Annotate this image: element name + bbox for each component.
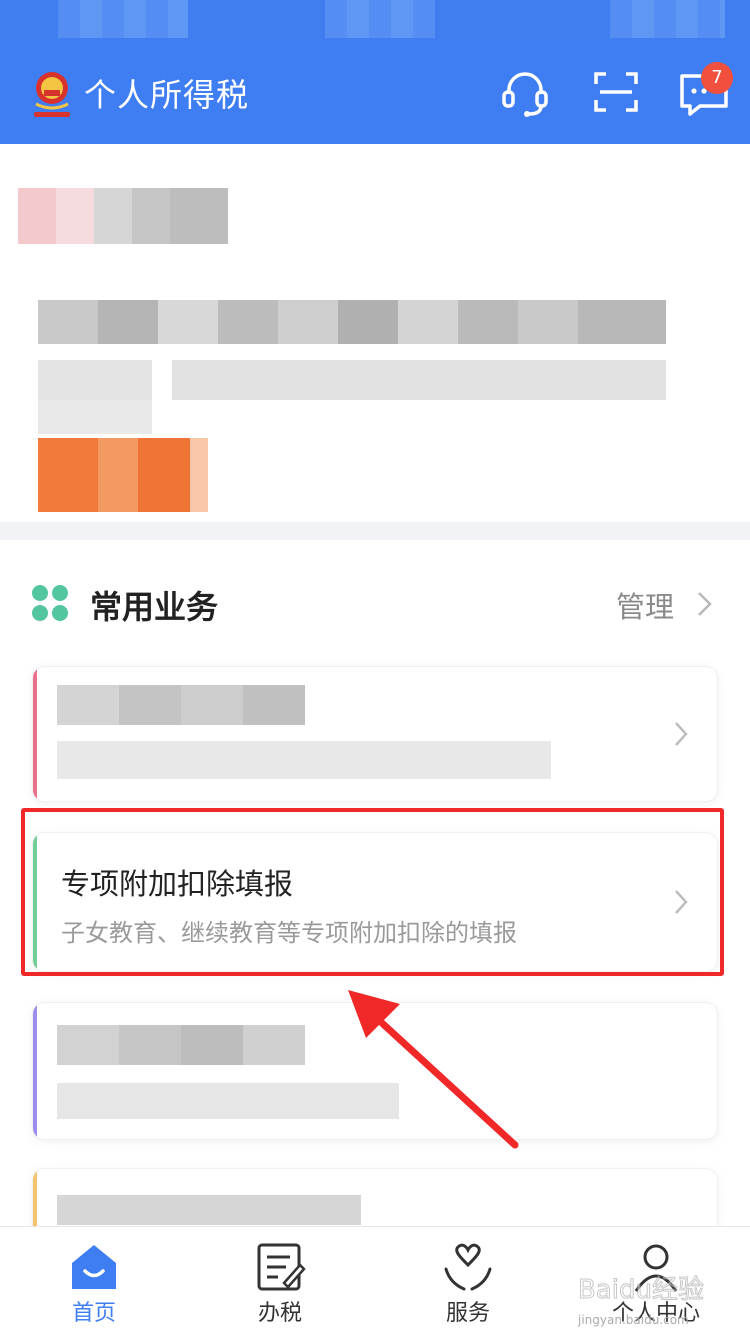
app-title: 个人所得税 — [84, 76, 250, 114]
status-bar-blur — [610, 0, 725, 38]
card-accent — [33, 1003, 37, 1139]
blurred-notice-line — [38, 360, 666, 400]
service-card[interactable] — [32, 666, 718, 802]
scan-icon[interactable] — [588, 64, 644, 120]
tab-service[interactable]: 服务 — [408, 1227, 528, 1334]
status-bar-blur — [325, 0, 435, 38]
svg-text:Baidu经验: Baidu经验 — [578, 1275, 704, 1305]
status-bar — [0, 0, 750, 42]
chevron-right-icon[interactable] — [694, 590, 714, 618]
blurred-card-title — [57, 1195, 361, 1225]
manage-link[interactable]: 管理 — [616, 584, 674, 626]
section-divider — [0, 522, 750, 540]
blurred-card-subtitle — [57, 741, 551, 779]
tab-label: 首页 — [71, 1301, 116, 1326]
blurred-card-title — [57, 685, 305, 725]
grid-clover-icon — [32, 585, 68, 621]
blurred-card-title — [57, 1025, 305, 1065]
service-heart-icon — [444, 1243, 492, 1291]
message-badge: 7 — [701, 62, 733, 94]
section-title: 常用业务 — [90, 588, 219, 626]
status-bar-blur — [58, 0, 188, 38]
watermark-url: jingyan.baidu.com — [578, 1313, 689, 1327]
tax-form-icon — [257, 1243, 306, 1291]
card-accent — [33, 667, 37, 801]
highlight-annotation-frame — [21, 808, 724, 976]
tab-label: 办税 — [257, 1301, 302, 1326]
customer-service-icon[interactable] — [497, 64, 553, 120]
tab-tax[interactable]: 办税 — [220, 1227, 340, 1334]
tax-emblem-logo-icon — [34, 72, 70, 117]
blurred-username — [18, 188, 228, 244]
blurred-notice-line — [38, 400, 152, 434]
tab-label: 服务 — [445, 1301, 490, 1326]
app-header: 个人所得税 — [0, 42, 750, 144]
blurred-action-button[interactable] — [38, 438, 208, 512]
tab-home[interactable]: 首页 — [34, 1227, 154, 1334]
blurred-notice-title — [38, 300, 666, 344]
annotation-arrow — [348, 990, 519, 1149]
home-icon — [72, 1245, 116, 1289]
chevron-right-icon — [675, 722, 688, 746]
